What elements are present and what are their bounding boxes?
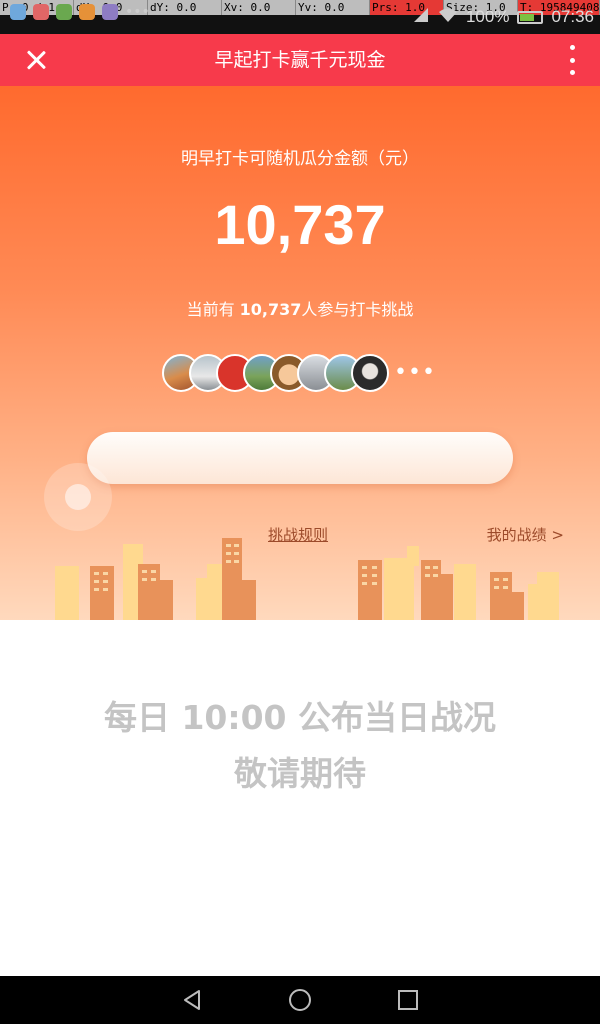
debug-dy: dY: 0.0 xyxy=(148,0,222,15)
assistive-touch-button[interactable] xyxy=(44,463,112,531)
daily-results-notice: 每日 10:00 公布当日战况 敬请期待 xyxy=(0,690,600,802)
participants-prefix: 当前有 xyxy=(186,300,240,319)
signal-icon xyxy=(412,6,430,29)
back-icon[interactable] xyxy=(180,988,204,1012)
hero-panel: 明早打卡可随机瓜分金额（元） 10,737 当前有 10,737人参与打卡挑战 … xyxy=(0,86,600,620)
clock: 07:36 xyxy=(551,7,594,26)
keyboard-icon xyxy=(33,4,49,20)
wechat-icon xyxy=(56,4,72,20)
battery-icon xyxy=(517,10,544,24)
battery-percent: 100% xyxy=(465,7,510,26)
participants-count: 10,737 xyxy=(239,300,302,319)
system-status: 100% 07:36 xyxy=(412,2,594,32)
status-bar: P: 0 / 1 dX: 0.0 dY: 0.0 Xv: 0.0 Yv: 0.0… xyxy=(0,0,600,34)
prize-pool-label: 明早打卡可随机瓜分金额（元） xyxy=(181,149,419,169)
title-bar: 早起打卡赢千元现金 xyxy=(0,34,600,86)
city-skyline-illustration xyxy=(55,538,559,620)
check-in-button[interactable] xyxy=(87,432,513,484)
more-avatars-icon[interactable]: ••• xyxy=(394,362,436,384)
participants-suffix: 人参与打卡挑战 xyxy=(301,300,414,319)
debug-xv: Xv: 0.0 xyxy=(222,0,296,15)
notification-icons: ••• xyxy=(10,4,150,20)
participant-avatars[interactable]: ••• xyxy=(162,354,442,394)
more-options-icon[interactable] xyxy=(568,45,576,75)
notice-line-1: 每日 10:00 公布当日战况 xyxy=(103,698,497,737)
wifi-icon xyxy=(438,7,458,28)
more-notifications-icon: ••• xyxy=(125,4,150,20)
home-icon[interactable] xyxy=(288,988,312,1012)
app-icon xyxy=(102,4,118,20)
app-notification-icon xyxy=(10,4,26,20)
notice-line-2: 敬请期待 xyxy=(234,754,366,793)
navigation-bar xyxy=(0,976,600,1024)
close-icon[interactable] xyxy=(22,46,50,74)
avatar xyxy=(351,354,389,392)
tools-icon xyxy=(79,4,95,20)
participants-text: 当前有 10,737人参与打卡挑战 xyxy=(0,296,600,320)
page-title: 早起打卡赢千元现金 xyxy=(214,49,386,71)
recents-icon[interactable] xyxy=(396,988,420,1012)
debug-yv: Yv: 0.0 xyxy=(296,0,370,15)
prize-pool-amount: 10,737 xyxy=(214,193,386,256)
